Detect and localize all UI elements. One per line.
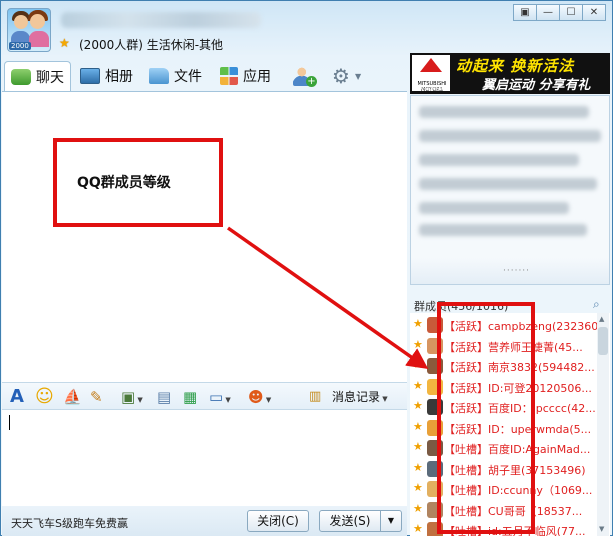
maximize-button[interactable]: ☐ [559, 4, 583, 21]
history-label: 消息记录 [332, 390, 381, 404]
annotation-label: QQ群成员等级 [77, 175, 171, 191]
font-icon[interactable]: A [10, 387, 24, 407]
group-name-blurred [61, 12, 261, 28]
ad-subline: 翼启运动 分享有礼 [482, 78, 591, 93]
tab-bar: 聊天 相册 文件 应用 + ⚙ ▼ [2, 59, 407, 91]
doodle-icon[interactable]: ✎ [90, 387, 103, 407]
tab-chat-label: 聊天 [36, 69, 64, 86]
window-controls: ▣ — ☐ ✕ [513, 4, 606, 21]
tab-files[interactable]: 文件 [149, 61, 202, 91]
member-star-icon: ★ [413, 481, 423, 494]
member-star-icon: ★ [413, 460, 423, 474]
ad-banner[interactable]: MITSUBISHI MOTORS Drive@earth 动起来 换新活法 翼… [410, 53, 610, 94]
tab-apps[interactable]: 应用 [220, 61, 271, 91]
member-star-icon: ★ [413, 419, 423, 433]
chevron-down-icon: ▼ [380, 395, 388, 403]
annotation-box: QQ群成员等级 [53, 138, 223, 227]
member-star-icon: ★ [413, 358, 423, 371]
ad-headline: 动起来 换新活法 [456, 57, 575, 75]
tab-chat[interactable]: 聊天 [4, 61, 71, 91]
folder-icon [149, 68, 169, 84]
chevron-down-icon: ▼ [263, 396, 272, 404]
group-star-icon: ★ [59, 36, 70, 50]
member-star-icon: ★ [413, 378, 423, 392]
scrollbar-thumb[interactable] [598, 327, 608, 355]
settings-button[interactable]: ⚙ ▼ [332, 61, 361, 91]
screen-share-icon[interactable]: ▭ ▼ [209, 387, 231, 407]
tab-apps-label: 应用 [243, 69, 271, 85]
group-info: (2000人群) 生活休闲-其他 [79, 38, 224, 52]
chevron-down-icon: ▼ [387, 516, 395, 525]
add-member-icon: + [293, 66, 317, 87]
group-avatar[interactable]: 2000 [7, 8, 51, 52]
close-button[interactable]: 关闭(C) [247, 510, 309, 532]
ad-drive-text: Drive@earth [412, 85, 450, 92]
gear-icon: ⚙ [332, 64, 350, 88]
bottom-bar: 天天飞车S级跑车免费赢 关闭(C) 发送(S) ▼ [2, 506, 407, 536]
search-icon[interactable]: ⌕ [593, 297, 600, 312]
chevron-down-icon: ▼ [223, 396, 231, 404]
scroll-down-icon[interactable]: ▼ [599, 525, 604, 533]
chevron-down-icon: ▼ [354, 71, 362, 81]
chat-message-area[interactable] [2, 91, 407, 383]
photo-album-icon [80, 68, 100, 84]
apps-icon [220, 67, 238, 85]
magic-emoticon-icon[interactable]: ☻ ▼ [248, 387, 271, 407]
member-star-icon: ★ [413, 337, 423, 351]
input-toolbar: A ☺ ⛵ ✎ ▣ ▼ ▤ ▦ ▭ ▼ ☻ ▼ ▥ 消息记录 ▼ [2, 382, 407, 410]
chat-icon [11, 68, 31, 85]
emoji-icon[interactable]: ☺ [35, 387, 54, 407]
skin-button[interactable]: ▣ [513, 4, 537, 21]
tab-album[interactable]: 相册 [80, 61, 133, 91]
send-options-button[interactable]: ▼ [380, 510, 402, 532]
member-star-icon: ★ [413, 522, 423, 535]
minimize-button[interactable]: — [536, 4, 560, 21]
member-star-icon: ★ [413, 501, 423, 515]
chevron-down-icon: ▼ [135, 396, 143, 404]
shake-icon[interactable]: ⛵ [63, 387, 82, 407]
member-level-highlight [437, 302, 535, 534]
avatar-tag: 2000 [9, 42, 31, 50]
text-caret [9, 415, 10, 430]
file-note-icon[interactable]: ▤ [157, 387, 171, 407]
member-star-icon: ★ [413, 399, 423, 412]
marquee-link[interactable]: 天天飞车S级跑车免费赢 [11, 515, 128, 531]
scroll-up-icon[interactable]: ▲ [599, 315, 604, 323]
message-history-button[interactable]: 消息记录 ▼ [332, 387, 388, 407]
history-icon: ▥ [309, 389, 322, 404]
add-member-button[interactable]: + [293, 61, 317, 91]
message-input[interactable] [2, 410, 407, 506]
close-window-button[interactable]: ✕ [582, 4, 606, 21]
member-star-icon: ★ [413, 317, 423, 330]
tab-files-label: 文件 [174, 69, 202, 85]
screenshot-icon[interactable]: ▣ ▼ [121, 387, 143, 407]
send-button[interactable]: 发送(S) [319, 510, 381, 532]
member-star-icon: ★ [413, 440, 423, 453]
group-notice-panel: ······· [410, 95, 610, 285]
resize-grip-icon[interactable]: ······· [503, 266, 530, 276]
tab-album-label: 相册 [105, 69, 133, 85]
send-image-icon[interactable]: ▦ [183, 387, 197, 407]
